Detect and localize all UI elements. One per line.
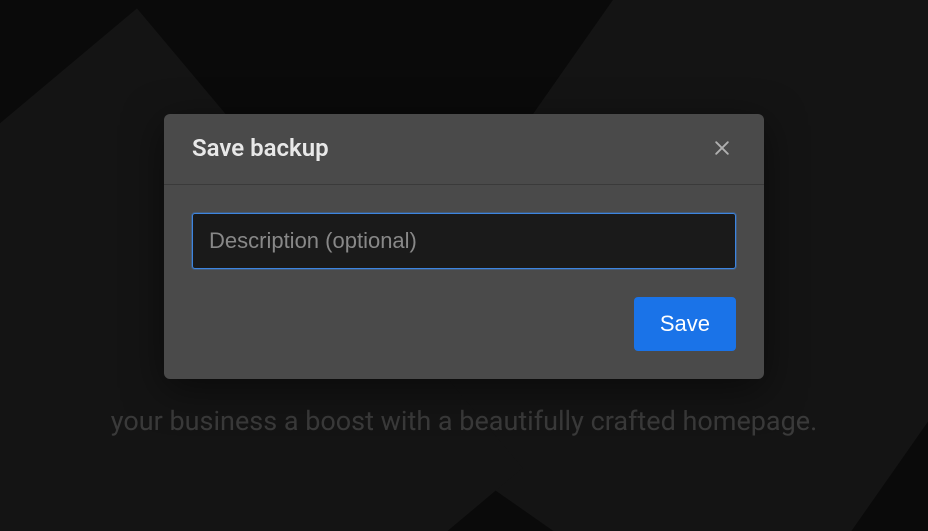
- close-icon: [712, 138, 732, 158]
- save-backup-modal: Save backup Save: [164, 114, 764, 379]
- modal-body: [164, 185, 764, 279]
- close-button[interactable]: [708, 134, 736, 162]
- modal-title: Save backup: [192, 134, 329, 162]
- modal-overlay: Save backup Save: [0, 0, 928, 531]
- modal-header: Save backup: [164, 114, 764, 185]
- description-input[interactable]: [192, 213, 736, 269]
- save-button[interactable]: Save: [634, 297, 736, 351]
- modal-footer: Save: [164, 279, 764, 379]
